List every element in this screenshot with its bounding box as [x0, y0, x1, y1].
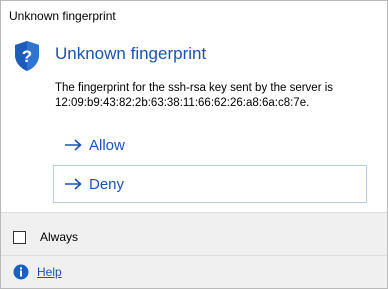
allow-label: Allow	[89, 136, 125, 154]
dialog-footer: Always Help	[1, 212, 387, 288]
dialog-header: ? Unknown fingerprint	[1, 40, 387, 72]
dialog-window: Unknown fingerprint ? Unknown fingerprin…	[0, 0, 388, 289]
help-row: Help	[13, 264, 62, 280]
always-label[interactable]: Always	[40, 230, 78, 244]
always-checkbox[interactable]	[13, 230, 26, 244]
fingerprint-value: 12:09:b9:43:82:2b:63:38:11:66:62:26:a8:6…	[55, 97, 310, 109]
help-link[interactable]: Help	[37, 265, 62, 279]
always-checkbox-row[interactable]: Always	[13, 230, 78, 244]
deny-label: Deny	[89, 175, 125, 193]
info-icon[interactable]	[13, 264, 29, 280]
window-title: Unknown fingerprint	[9, 9, 116, 23]
title-bar: Unknown fingerprint	[1, 1, 387, 31]
message-line-1: The fingerprint for the ssh-rsa key sent…	[55, 82, 334, 94]
arrow-right-icon	[65, 139, 82, 151]
deny-button[interactable]: Deny	[53, 165, 367, 203]
dialog-heading: Unknown fingerprint	[55, 44, 207, 63]
dialog-message: The fingerprint for the ssh-rsa key sent…	[55, 81, 387, 111]
shield-icon: ?	[15, 41, 39, 71]
footer-divider	[1, 255, 387, 256]
svg-text:?: ?	[22, 47, 32, 66]
allow-button[interactable]: Allow	[53, 126, 367, 164]
arrow-right-icon	[65, 178, 82, 190]
